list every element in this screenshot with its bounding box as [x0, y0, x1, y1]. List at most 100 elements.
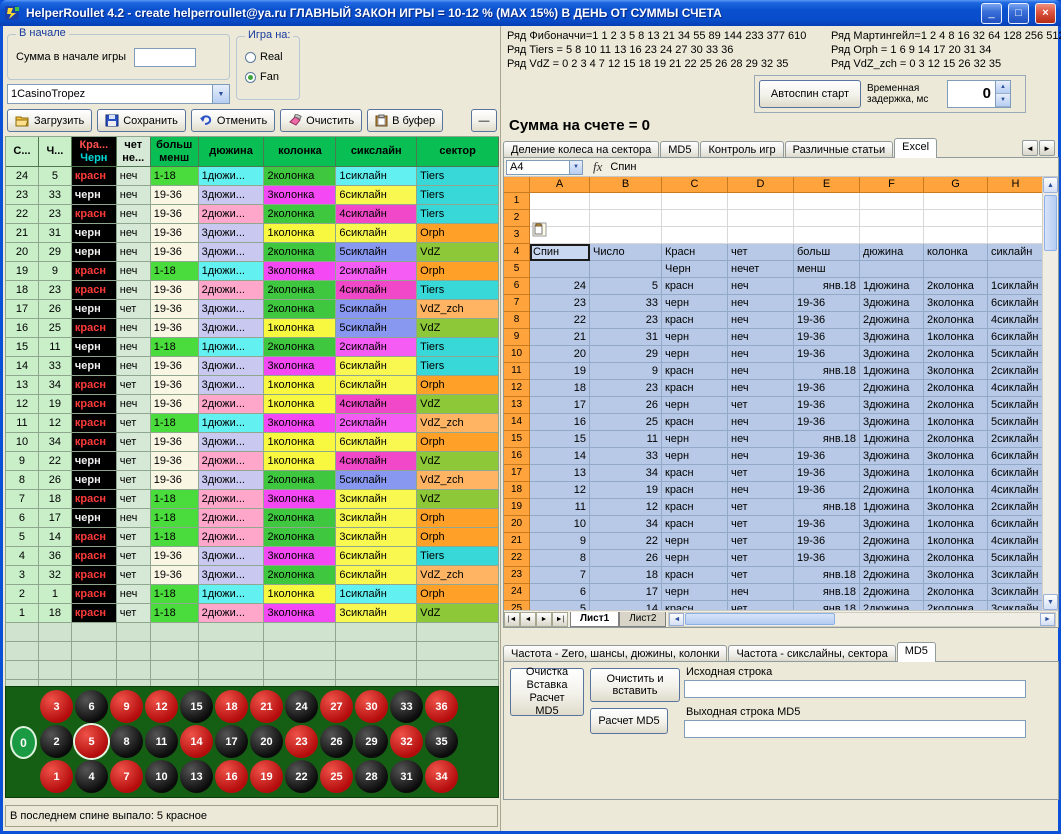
excel-cell[interactable]: 2колонка	[924, 346, 988, 363]
excel-cell[interactable]: 33	[590, 295, 662, 312]
excel-cell[interactable]: 2колонка	[924, 431, 988, 448]
excel-cell[interactable]: 6сиклайн	[988, 329, 1044, 346]
excel-cell[interactable]: красн	[662, 516, 728, 533]
excel-cell[interactable]	[662, 210, 728, 227]
excel-cell[interactable]: 3колонка	[924, 567, 988, 584]
roulette-number-21[interactable]: 21	[250, 690, 283, 723]
excel-cell[interactable]: 1дюжина	[860, 431, 924, 448]
excel-cell[interactable]: 2дюжина	[860, 601, 924, 610]
excel-cell[interactable]: красн	[662, 380, 728, 397]
excel-cell[interactable]: 3дюжина	[860, 329, 924, 346]
excel-cell[interactable]: неч	[728, 482, 794, 499]
scroll-right-icon[interactable]: ►	[1040, 613, 1055, 626]
excel-cell[interactable]	[794, 210, 860, 227]
excel-cell[interactable]	[860, 261, 924, 278]
formula-text[interactable]: Спин	[610, 161, 636, 173]
excel-cell[interactable]: неч	[728, 278, 794, 295]
roulette-number-1[interactable]: 1	[40, 760, 73, 793]
excel-cell[interactable]: 3сиклайн	[988, 584, 1044, 601]
paste-options-icon[interactable]	[532, 222, 547, 237]
excel-col-header-H[interactable]: H	[988, 177, 1044, 193]
excel-cell[interactable]: 3колонка	[924, 499, 988, 516]
excel-cell[interactable]: 3сиклайн	[988, 567, 1044, 584]
sheet-tab-Лист2[interactable]: Лист2	[619, 612, 666, 627]
excel-cell[interactable]	[728, 210, 794, 227]
excel-cell[interactable]: неч	[728, 295, 794, 312]
excel-cell[interactable]: 22	[530, 312, 590, 329]
excel-cell[interactable]: 1колонка	[924, 414, 988, 431]
excel-col-header-B[interactable]: B	[590, 177, 662, 193]
hscroll-track[interactable]	[684, 613, 1040, 626]
excel-cell[interactable]: 6сиклайн	[988, 465, 1044, 482]
first-sheet-icon[interactable]: |◄	[504, 612, 520, 627]
excel-cell[interactable]: 2дюжина	[860, 567, 924, 584]
radio-fan[interactable]: Fan	[245, 71, 279, 83]
excel-row-header[interactable]: 23	[504, 567, 530, 584]
excel-cell[interactable]: 9	[590, 363, 662, 380]
roulette-number-24[interactable]: 24	[285, 690, 318, 723]
excel-cell[interactable]: 19	[590, 482, 662, 499]
tab-game-control[interactable]: Контроль игр	[700, 141, 783, 158]
excel-col-header-G[interactable]: G	[924, 177, 988, 193]
roulette-number-36[interactable]: 36	[425, 690, 458, 723]
excel-cell[interactable]: чет	[728, 601, 794, 610]
scroll-left-icon[interactable]: ◄	[669, 613, 684, 626]
excel-cell[interactable]: 26	[590, 397, 662, 414]
last-sheet-icon[interactable]: ►|	[552, 612, 568, 627]
vscroll-thumb[interactable]	[1044, 195, 1057, 251]
excel-cell[interactable]	[530, 193, 590, 210]
excel-cell[interactable]: 1сиклайн	[988, 278, 1044, 295]
excel-row-header[interactable]: 22	[504, 550, 530, 567]
excel-col-header-A[interactable]: A	[530, 177, 590, 193]
excel-cell[interactable]: 23	[530, 295, 590, 312]
excel-cell[interactable]: янв.18	[794, 363, 860, 380]
excel-cell[interactable]: неч	[728, 380, 794, 397]
excel-cell[interactable]: 6сиклайн	[988, 295, 1044, 312]
excel-cell[interactable]: чет	[728, 533, 794, 550]
md5-source-input[interactable]	[684, 680, 1026, 698]
fx-icon[interactable]: fx	[593, 159, 602, 175]
excel-cell[interactable]: колонка	[924, 244, 988, 261]
excel-cell[interactable]: дюжина	[860, 244, 924, 261]
excel-cell[interactable]: 2колонка	[924, 278, 988, 295]
name-box-dropdown-icon[interactable]: ▼	[570, 160, 583, 175]
excel-cell[interactable]: 3дюжина	[860, 448, 924, 465]
excel-row-header[interactable]: 5	[504, 261, 530, 278]
excel-cell[interactable]: 34	[590, 465, 662, 482]
autospin-start-button[interactable]: Автоспин старт	[759, 80, 861, 108]
excel-cell[interactable]: сиклайн	[988, 244, 1044, 261]
excel-cell[interactable]: неч	[728, 329, 794, 346]
roulette-number-35[interactable]: 35	[425, 725, 458, 758]
roulette-number-29[interactable]: 29	[355, 725, 388, 758]
tab-sectors[interactable]: Деление колеса на сектора	[503, 141, 659, 158]
sheet-tab-Лист1[interactable]: Лист1	[570, 612, 619, 627]
excel-cell[interactable]	[728, 227, 794, 244]
excel-cell[interactable]: 2колонка	[924, 550, 988, 567]
excel-cell[interactable]: 19-36	[794, 533, 860, 550]
excel-cell[interactable]: 19-36	[794, 312, 860, 329]
clear-button[interactable]: Очистить	[280, 109, 362, 132]
excel-row-header[interactable]: 14	[504, 414, 530, 431]
excel-cell[interactable]: 4сиклайн	[988, 312, 1044, 329]
excel-cell[interactable]: 2сиклайн	[988, 431, 1044, 448]
roulette-number-19[interactable]: 19	[250, 760, 283, 793]
excel-cell[interactable]: черн	[662, 397, 728, 414]
excel-cell[interactable]: черн	[662, 550, 728, 567]
excel-select-all-corner[interactable]	[504, 177, 530, 193]
excel-row-header[interactable]: 24	[504, 584, 530, 601]
excel-row-header[interactable]: 7	[504, 295, 530, 312]
tab-scroll-right-icon[interactable]: ►	[1039, 140, 1055, 156]
excel-cell[interactable]: 3дюжина	[860, 516, 924, 533]
excel-cell[interactable]: 5	[590, 278, 662, 295]
roulette-number-23[interactable]: 23	[285, 725, 318, 758]
excel-cell[interactable]	[924, 227, 988, 244]
excel-cell[interactable]: черн	[662, 533, 728, 550]
roulette-number-32[interactable]: 32	[390, 725, 423, 758]
roulette-number-9[interactable]: 9	[110, 690, 143, 723]
excel-cell[interactable]: 3колонка	[924, 295, 988, 312]
roulette-number-28[interactable]: 28	[355, 760, 388, 793]
hscroll-thumb[interactable]	[685, 613, 835, 625]
excel-cell[interactable]: 31	[590, 329, 662, 346]
excel-cell[interactable]: 6сиклайн	[988, 448, 1044, 465]
excel-cell[interactable]: 5сиклайн	[988, 550, 1044, 567]
